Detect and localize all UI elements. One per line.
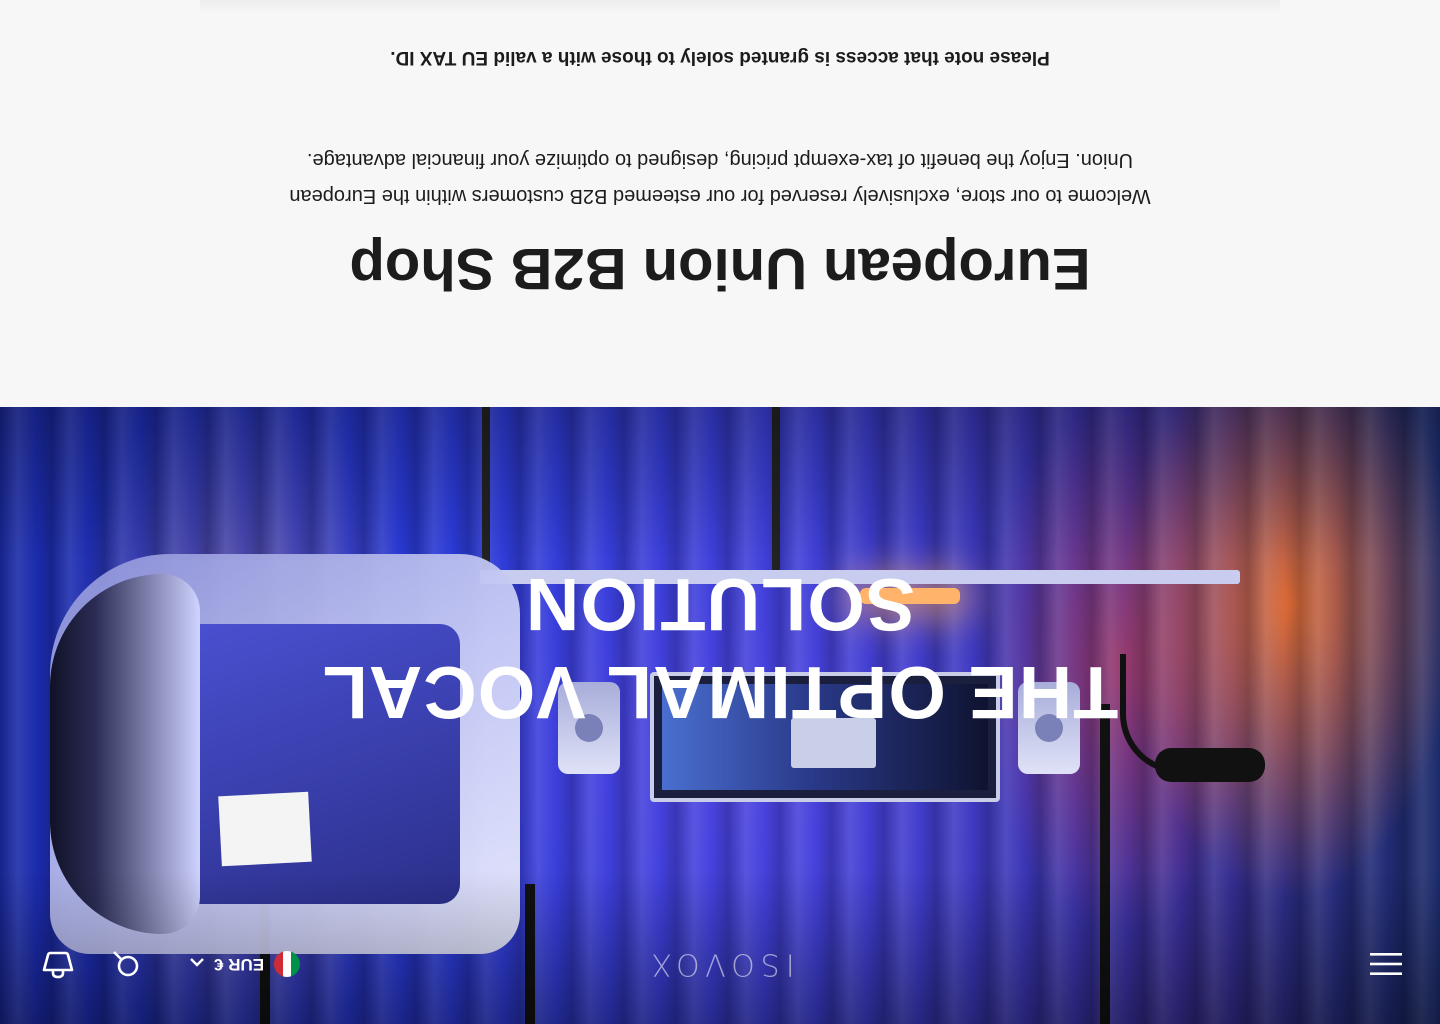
page: THE OPTIMAL VOCAL SOLUTION ISOVOX EUR € … bbox=[0, 0, 1440, 1024]
search-icon[interactable] bbox=[106, 944, 146, 984]
hero-title: THE OPTIMAL VOCAL SOLUTION bbox=[0, 560, 1440, 736]
page-title: European Union B2B Shop bbox=[349, 236, 1091, 301]
intro-description: Welcome to our store, exclusively reserv… bbox=[289, 149, 1151, 207]
section-divider bbox=[200, 0, 1280, 14]
eu-tax-id-note: Please note that access is granted solel… bbox=[390, 47, 1050, 68]
hamburger-menu-icon[interactable] bbox=[1366, 944, 1406, 984]
currency-selector[interactable]: EUR € bbox=[190, 951, 301, 977]
currency-label: EUR € bbox=[214, 955, 265, 974]
hero-title-line-2: SOLUTION bbox=[524, 563, 916, 646]
hero-title-line-1: THE OPTIMAL VOCAL bbox=[321, 651, 1119, 734]
hero-banner: THE OPTIMAL VOCAL SOLUTION ISOVOX EUR € bbox=[0, 407, 1440, 1024]
italy-flag-icon bbox=[274, 951, 301, 977]
intro-section: European Union B2B Shop Welcome to our s… bbox=[0, 0, 1440, 407]
site-header: ISOVOX EUR € bbox=[0, 904, 1440, 1024]
site-logo[interactable]: ISOVOX bbox=[645, 947, 794, 982]
cart-icon[interactable] bbox=[38, 944, 78, 984]
chevron-up-icon bbox=[190, 955, 204, 974]
